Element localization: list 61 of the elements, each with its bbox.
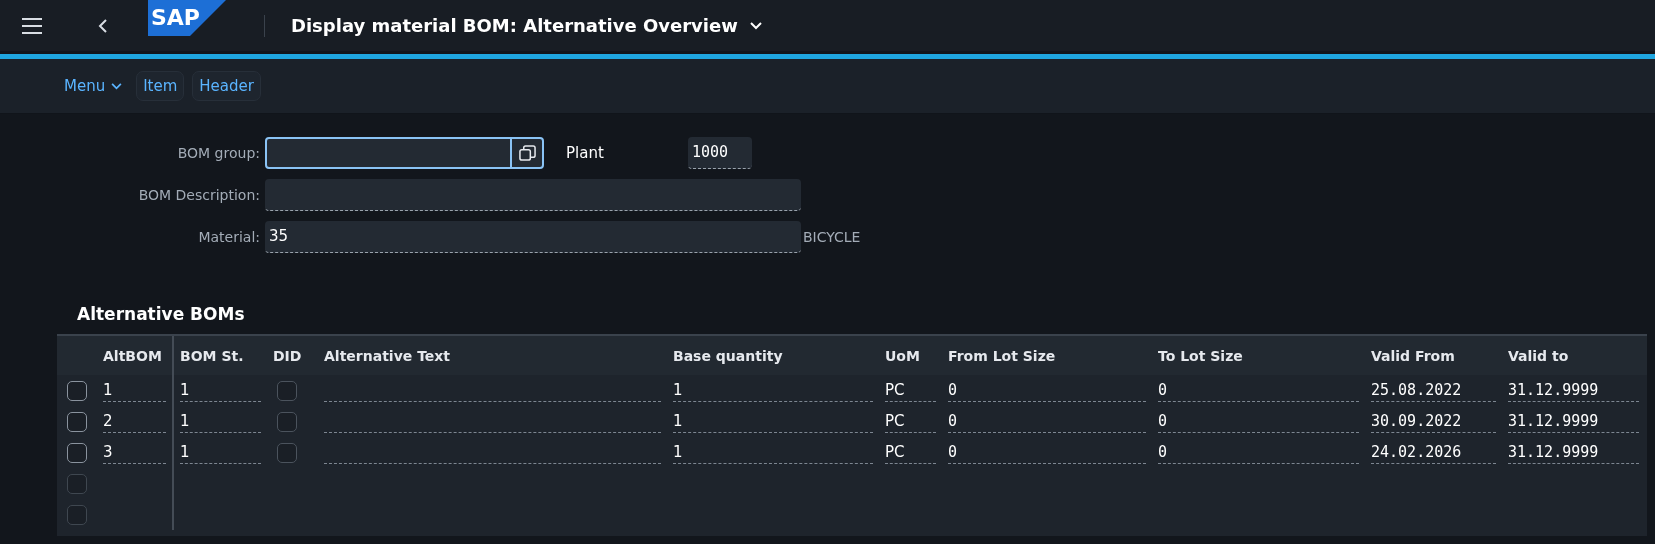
field-label: BOM Description: bbox=[137, 187, 261, 203]
did-checkbox[interactable] bbox=[277, 442, 297, 463]
field-label: Material: bbox=[197, 229, 261, 245]
back-icon[interactable] bbox=[98, 17, 108, 34]
table-cell: 1 bbox=[180, 410, 261, 433]
menu-button[interactable]: Menu bbox=[58, 72, 129, 100]
did-checkbox[interactable] bbox=[277, 380, 297, 401]
column-header: DID bbox=[273, 347, 302, 364]
column-header: AltBOM bbox=[103, 347, 162, 364]
table-cell: 0 bbox=[1158, 441, 1359, 464]
logo: SAP bbox=[148, 0, 226, 36]
column-header: Valid to bbox=[1508, 347, 1569, 364]
table-cell: 0 bbox=[1158, 379, 1359, 402]
row-checkbox[interactable] bbox=[67, 473, 87, 494]
row-checkbox[interactable] bbox=[67, 380, 87, 401]
chevron-down-icon bbox=[111, 82, 123, 90]
table-cell: 1 bbox=[180, 379, 261, 402]
table-cell: 24.02.2026 bbox=[1371, 441, 1496, 464]
table-cell: 0 bbox=[948, 441, 1146, 464]
table-cell: 2 bbox=[103, 410, 166, 433]
table-cell: 1 bbox=[103, 379, 166, 402]
table-cell: 1 bbox=[180, 441, 261, 464]
table-cell: PC bbox=[885, 379, 936, 402]
table-cell: 3 bbox=[103, 441, 166, 464]
column-header: Alternative Text bbox=[324, 347, 451, 364]
table-cell: 25.08.2022 bbox=[1371, 379, 1496, 402]
section-title: Alternative BOMs bbox=[77, 304, 246, 326]
table-cell: 1 bbox=[673, 410, 873, 433]
column-header: BOM St. bbox=[180, 347, 244, 364]
table-cell: 31.12.9999 bbox=[1508, 441, 1639, 464]
row-checkbox[interactable] bbox=[67, 411, 87, 432]
column-header: Valid From bbox=[1371, 347, 1455, 364]
table-cell: PC bbox=[885, 441, 936, 464]
toolbar-button[interactable]: Item bbox=[136, 71, 185, 101]
table-cell: 31.12.9999 bbox=[1508, 410, 1639, 433]
column-header: To Lot Size bbox=[1158, 347, 1243, 364]
material-field[interactable]: 35 bbox=[265, 221, 801, 253]
table-cell: 30.09.2022 bbox=[1371, 410, 1496, 433]
table-cell: 1 bbox=[673, 379, 873, 402]
material-description: BICYCLE bbox=[803, 229, 861, 245]
menu-icon[interactable] bbox=[22, 17, 42, 34]
toolbar-button[interactable]: Header bbox=[192, 71, 261, 101]
column-header: Base quantity bbox=[673, 347, 783, 364]
table-cell: 0 bbox=[948, 379, 1146, 402]
column-header: From Lot Size bbox=[948, 347, 1056, 364]
bom-description-field[interactable] bbox=[265, 179, 801, 211]
chevron-down-icon[interactable] bbox=[749, 21, 762, 30]
plant-field[interactable]: 1000 bbox=[688, 137, 752, 169]
table-cell: 0 bbox=[1158, 410, 1359, 433]
field-label: Plant bbox=[566, 144, 605, 162]
table-cell: 1 bbox=[673, 441, 873, 464]
row-checkbox[interactable] bbox=[67, 442, 87, 463]
row-checkbox[interactable] bbox=[67, 504, 87, 525]
table-cell: 0 bbox=[948, 410, 1146, 433]
column-header: UoM bbox=[885, 347, 920, 364]
table-cell: PC bbox=[885, 410, 936, 433]
table-cell: 31.12.9999 bbox=[1508, 379, 1639, 402]
did-checkbox[interactable] bbox=[277, 411, 297, 432]
field-label: BOM group: bbox=[176, 145, 261, 161]
bom-group-field[interactable] bbox=[265, 137, 544, 169]
window-title: Display material BOM: Alternative Overview bbox=[291, 15, 738, 36]
